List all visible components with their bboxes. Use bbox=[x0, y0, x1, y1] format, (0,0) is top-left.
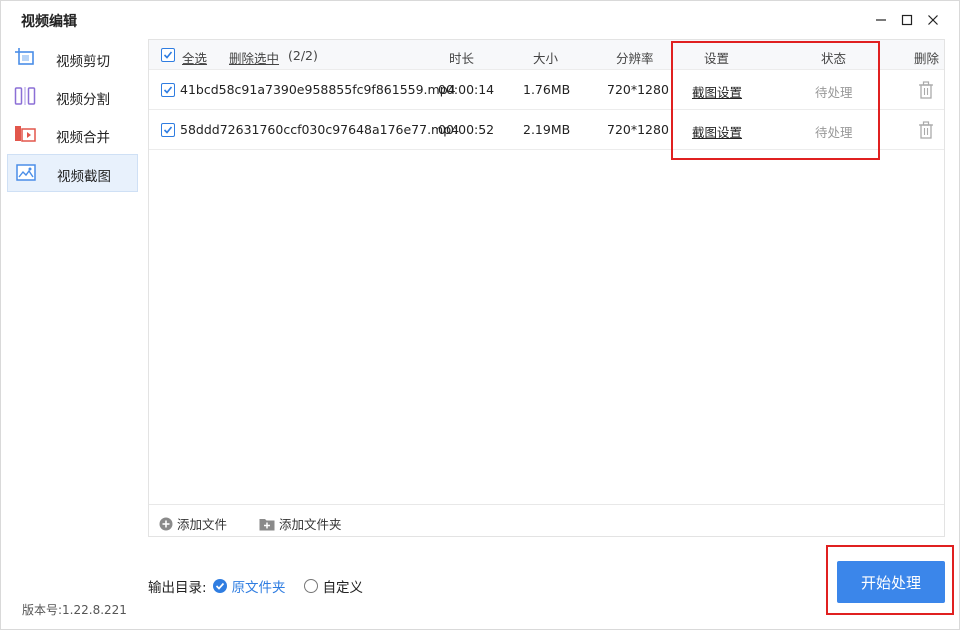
table-row: 58ddd72631760ccf030c97648a176e77.mp4 00:… bbox=[149, 110, 944, 150]
column-delete: 删除 bbox=[914, 51, 940, 66]
radio-original-folder[interactable] bbox=[212, 579, 227, 593]
panel-footer: 添加文件 添加文件夹 bbox=[149, 504, 944, 536]
minimize-button[interactable] bbox=[872, 11, 890, 29]
status-text: 待处理 bbox=[815, 85, 853, 100]
file-name: 41bcd58c91a7390e958855fc9f861559.mp4 bbox=[180, 82, 456, 97]
selected-count: (2/2) bbox=[288, 48, 318, 63]
file-name: 58ddd72631760ccf030c97648a176e77.mp4 bbox=[180, 122, 460, 137]
merge-icon bbox=[15, 126, 36, 142]
screenshot-settings-link[interactable]: 截图设置 bbox=[692, 122, 742, 141]
close-icon bbox=[928, 15, 938, 25]
sidebar-item-split[interactable]: 视频分割 bbox=[7, 78, 138, 116]
sidebar-item-merge[interactable]: 视频合并 bbox=[7, 116, 138, 154]
file-duration: 00:00:52 bbox=[438, 122, 495, 137]
file-size: 2.19MB bbox=[523, 122, 571, 137]
add-file-label: 添加文件 bbox=[177, 517, 228, 532]
window-title: 视频编辑 bbox=[21, 14, 77, 30]
title-bar: 视频编辑 bbox=[1, 1, 959, 39]
delete-selected-link[interactable]: 删除选中 bbox=[229, 48, 279, 67]
start-processing-button[interactable]: 开始处理 bbox=[837, 561, 945, 603]
select-all-link[interactable]: 全选 bbox=[182, 48, 207, 67]
add-file-button[interactable]: 添加文件 bbox=[159, 514, 227, 533]
file-size: 1.76MB bbox=[523, 82, 571, 97]
radio-custom-label[interactable]: 自定义 bbox=[323, 576, 364, 596]
table-header: 全选 删除选中 (2/2) 时长 大小 分辨率 设置 状态 删除 bbox=[149, 40, 944, 70]
maximize-icon bbox=[901, 14, 913, 26]
status-text: 待处理 bbox=[815, 125, 853, 140]
add-folder-button[interactable]: 添加文件夹 bbox=[259, 514, 342, 533]
column-duration: 时长 bbox=[449, 51, 475, 66]
plus-circle-icon bbox=[159, 517, 173, 530]
sidebar-item-label: 视频剪切 bbox=[56, 54, 110, 70]
sidebar-item-crop[interactable]: 视频剪切 bbox=[7, 40, 138, 78]
select-all-checkbox[interactable] bbox=[161, 48, 175, 62]
column-settings: 设置 bbox=[704, 51, 730, 66]
sidebar-item-screenshot[interactable]: 视频截图 bbox=[7, 154, 138, 192]
trash-icon[interactable] bbox=[918, 121, 934, 139]
sidebar-item-label: 视频合并 bbox=[56, 130, 110, 146]
row-checkbox[interactable] bbox=[161, 123, 175, 137]
checkmark-icon bbox=[163, 126, 173, 134]
output-label: 输出目录: bbox=[148, 580, 207, 596]
app-window: 视频编辑 视频剪切 视频分割 视频合并 视频截图 全选 删除选中 (2/2) 时… bbox=[0, 0, 960, 630]
column-size: 大小 bbox=[533, 51, 559, 66]
radio-custom[interactable] bbox=[303, 579, 318, 593]
crop-icon bbox=[15, 48, 34, 65]
checkmark-icon bbox=[163, 51, 173, 59]
minimize-icon bbox=[876, 19, 886, 21]
sidebar: 视频剪切 视频分割 视频合并 视频截图 bbox=[1, 39, 145, 599]
screenshot-icon bbox=[16, 164, 36, 181]
table-row: 41bcd58c91a7390e958855fc9f861559.mp4 00:… bbox=[149, 70, 944, 110]
file-resolution: 720*1280 bbox=[607, 122, 669, 137]
column-status: 状态 bbox=[821, 51, 847, 66]
screenshot-settings-link[interactable]: 截图设置 bbox=[692, 82, 742, 101]
split-icon bbox=[14, 87, 36, 105]
output-directory: 输出目录: 原文件夹 自定义 bbox=[148, 576, 363, 596]
version-label: 版本号:1.22.8.221 bbox=[22, 603, 127, 617]
sidebar-item-label: 视频分割 bbox=[56, 92, 110, 108]
sidebar-item-label: 视频截图 bbox=[57, 169, 111, 185]
file-list-panel: 全选 删除选中 (2/2) 时长 大小 分辨率 设置 状态 删除 41bcd58… bbox=[148, 39, 945, 537]
trash-icon[interactable] bbox=[918, 81, 934, 99]
row-checkbox[interactable] bbox=[161, 83, 175, 97]
file-resolution: 720*1280 bbox=[607, 82, 669, 97]
file-duration: 00:00:14 bbox=[438, 82, 495, 97]
add-folder-label: 添加文件夹 bbox=[279, 517, 342, 532]
folder-plus-icon bbox=[259, 518, 275, 530]
column-resolution: 分辨率 bbox=[616, 51, 654, 66]
checkmark-icon bbox=[215, 582, 224, 590]
maximize-button[interactable] bbox=[898, 11, 916, 29]
checkmark-icon bbox=[163, 86, 173, 94]
radio-original-folder-label[interactable]: 原文件夹 bbox=[232, 576, 286, 596]
close-button[interactable] bbox=[924, 11, 942, 29]
